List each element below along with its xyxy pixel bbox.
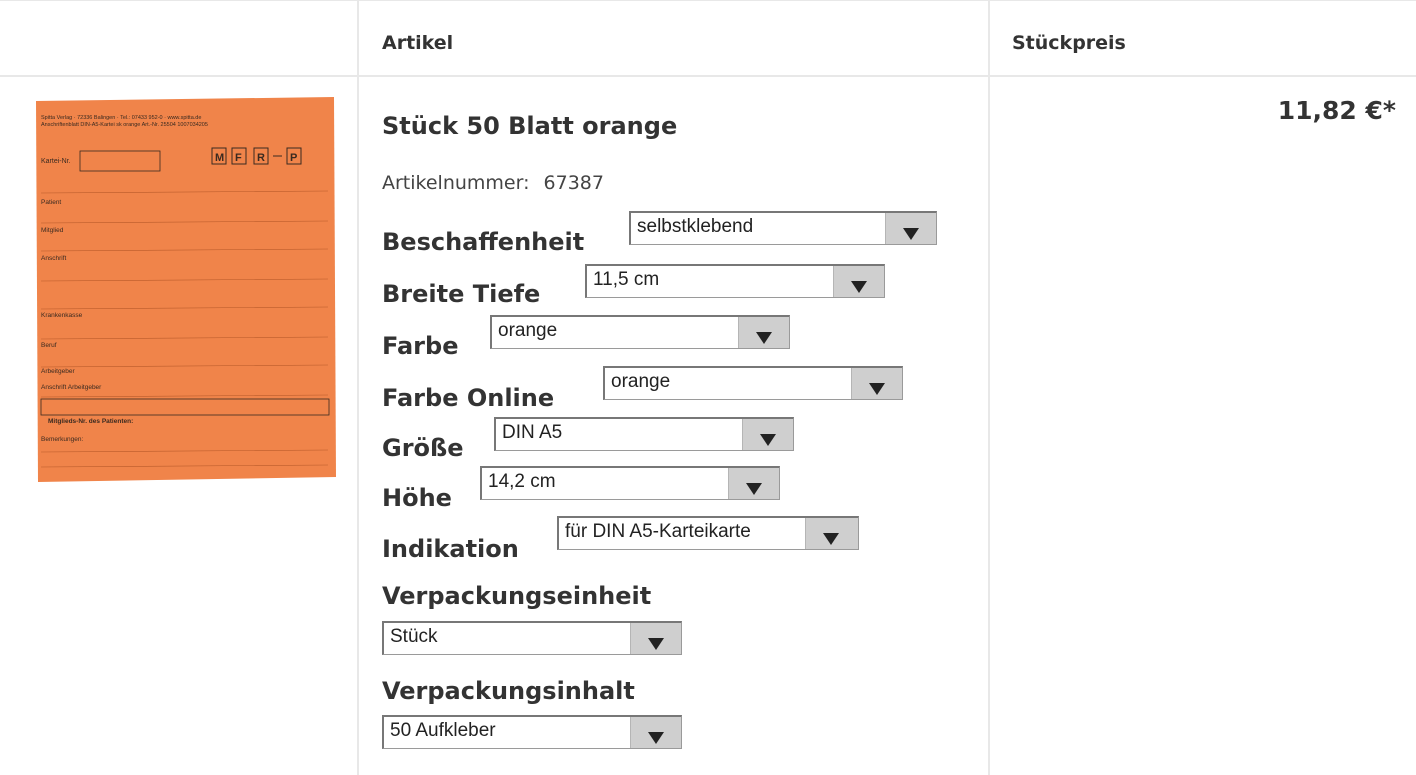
verpackungsinhalt-select[interactable]: 50 Aufkleber [382,715,682,749]
thumb-line2: Anschriftenblatt DIN-A5-Kartei sk orange… [41,122,208,128]
header-bottom-border [0,75,1416,77]
thumb-box-p: P [290,152,297,164]
thumb-anschrift: Anschrift [41,255,66,262]
thumb-beruf: Beruf [41,342,57,349]
groesse-value: DIN A5 [502,422,563,443]
article-number-value: 67387 [543,172,604,194]
chevron-down-icon [760,434,776,446]
groesse-label: Größe [382,434,464,462]
chevron-down-icon [648,638,664,650]
thumb-box-f: F [235,152,242,164]
thumb-bemerkungen: Bemerkungen: [41,436,83,443]
indikation-dropdown-button[interactable] [805,518,858,549]
farbe-dropdown-button[interactable] [738,317,789,348]
unit-price: 11,82 €* [1277,96,1396,125]
hoehe-select[interactable]: 14,2 cm [480,466,780,500]
beschaffenheit-select[interactable]: selbstklebend [629,211,937,245]
breite-tiefe-value: 11,5 cm [593,269,660,290]
breite-tiefe-select[interactable]: 11,5 cm [585,264,885,298]
breite-tiefe-dropdown-button[interactable] [833,266,884,297]
thumb-mitglied: Mitglied [41,227,64,234]
beschaffenheit-label: Beschaffenheit [382,228,585,256]
thumb-mitglieds-nr: Mitglieds-Nr. des Patienten: [48,418,133,425]
groesse-dropdown-button[interactable] [742,419,793,450]
indikation-select[interactable]: für DIN A5-Karteikarte [557,516,859,550]
farbe-label: Farbe [382,332,459,360]
farbe-value: orange [498,320,558,341]
table-top-border [0,0,1416,1]
verpackungsinhalt-dropdown-button[interactable] [630,717,681,748]
hoehe-dropdown-button[interactable] [728,468,779,499]
farbe-online-select[interactable]: orange [603,366,903,400]
farbe-select[interactable]: orange [490,315,790,349]
verpackungsinhalt-value: 50 Aufkleber [390,720,496,741]
farbe-online-value: orange [611,371,671,392]
chevron-down-icon [869,383,885,395]
chevron-down-icon [756,332,772,344]
chevron-down-icon [851,281,867,293]
column-header-article: Artikel [382,32,454,54]
thumb-arbeitgeber: Arbeitgeber [41,368,75,375]
product-image[interactable]: Spitta Verlag · 72336 Balingen · Tel.: 0… [36,97,336,482]
column-divider-1 [357,0,359,775]
chevron-down-icon [746,483,762,495]
beschaffenheit-dropdown-button[interactable] [885,213,936,244]
beschaffenheit-value: selbstklebend [637,216,754,237]
thumb-anschrift-ag: Anschrift Arbeitgeber [41,384,102,391]
verpackungseinheit-dropdown-button[interactable] [630,623,681,654]
thumb-box-r: R [257,152,265,164]
thumb-kartei: Kartei-Nr. [41,158,71,165]
hoehe-value: 14,2 cm [488,471,556,492]
verpackungseinheit-select[interactable]: Stück [382,621,682,655]
hoehe-label: Höhe [382,484,452,512]
article-number-label: Artikelnummer: [382,172,530,194]
chevron-down-icon [648,732,664,744]
thumb-line1: Spitta Verlag · 72336 Balingen · Tel.: 0… [41,115,201,121]
thumb-box-m: M [215,152,224,164]
verpackungsinhalt-label: Verpackungsinhalt [382,677,635,705]
indikation-value: für DIN A5-Karteikarte [565,521,751,542]
thumb-patient: Patient [41,199,61,206]
breite-tiefe-label: Breite Tiefe [382,280,541,308]
farbe-online-label: Farbe Online [382,384,555,412]
column-header-unit-price: Stückpreis [1012,32,1126,54]
indikation-label: Indikation [382,535,519,563]
article-number: Artikelnummer: 67387 [382,172,604,194]
thumb-krankenkasse: Krankenkasse [41,312,83,319]
product-title[interactable]: Stück 50 Blatt orange [382,112,677,140]
groesse-select[interactable]: DIN A5 [494,417,794,451]
verpackungseinheit-label: Verpackungseinheit [382,582,652,610]
chevron-down-icon [903,228,919,240]
chevron-down-icon [823,533,839,545]
farbe-online-dropdown-button[interactable] [851,368,902,399]
column-divider-2 [988,0,990,775]
verpackungseinheit-value: Stück [390,626,438,647]
